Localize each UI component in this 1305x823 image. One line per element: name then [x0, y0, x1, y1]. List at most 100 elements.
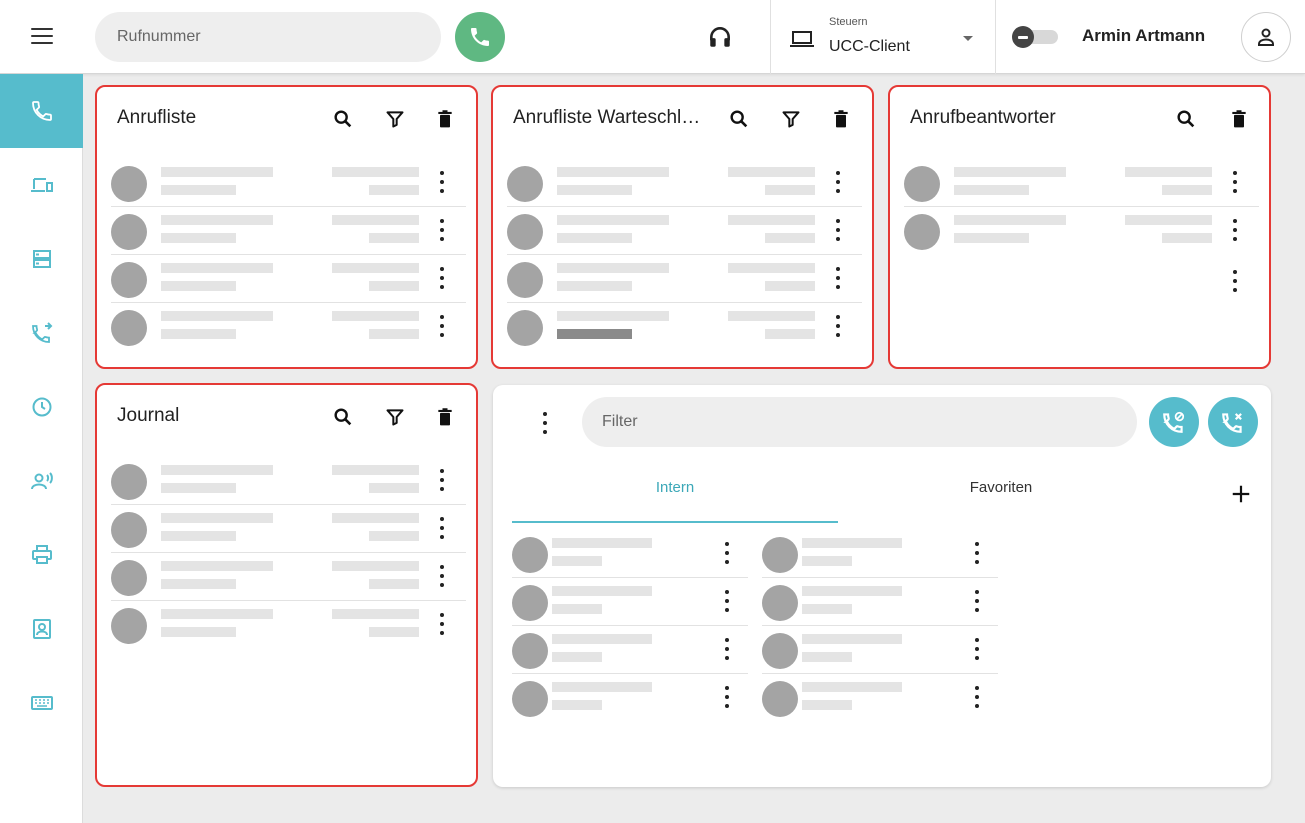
list-item[interactable]: [507, 303, 862, 351]
chevron-down-icon: [963, 36, 973, 41]
list-item[interactable]: [111, 255, 466, 303]
more-vert-icon[interactable]: [538, 409, 552, 437]
more-vert-icon[interactable]: [720, 539, 734, 567]
devices-icon: [30, 178, 53, 192]
presence-toggle[interactable]: [1012, 26, 1060, 48]
more-vert-icon[interactable]: [435, 312, 449, 340]
sidebar-item-voice[interactable]: [0, 444, 83, 518]
phone-number-input[interactable]: [95, 12, 441, 62]
tab-label: Intern: [655, 479, 695, 496]
contact-filter-input[interactable]: [582, 397, 1137, 447]
block-call-button[interactable]: [1149, 397, 1199, 447]
more-vert-icon[interactable]: [1228, 267, 1242, 295]
more-vert-icon[interactable]: [1228, 168, 1242, 196]
list-item[interactable]: [507, 207, 862, 255]
list-item[interactable]: [111, 601, 466, 649]
device-select[interactable]: Steuern UCC-Client: [788, 10, 988, 64]
tab-favoriten[interactable]: Favoriten: [838, 479, 1164, 523]
more-vert-icon[interactable]: [831, 216, 845, 244]
list-item[interactable]: [904, 207, 1259, 255]
more-vert-icon[interactable]: [435, 264, 449, 292]
more-vert-icon[interactable]: [435, 216, 449, 244]
list-item[interactable]: [111, 159, 466, 207]
sidebar-item-devices[interactable]: [0, 148, 83, 222]
contact-item[interactable]: [762, 530, 998, 578]
sidebar-item-call-forward[interactable]: [0, 296, 83, 370]
contact-item[interactable]: [762, 626, 998, 674]
trash-icon[interactable]: [1227, 107, 1251, 131]
more-vert-icon[interactable]: [435, 514, 449, 542]
contact-item[interactable]: [512, 578, 748, 626]
top-bar: Steuern UCC-Client Armin Artmann: [0, 0, 1305, 74]
card-contacts: Intern Favoriten: [493, 385, 1271, 787]
user-account-button[interactable]: [1241, 12, 1291, 62]
search-icon[interactable]: [331, 405, 355, 429]
more-vert-icon[interactable]: [1228, 216, 1242, 244]
search-icon[interactable]: [1174, 107, 1198, 131]
avatar: [512, 681, 548, 717]
list-item[interactable]: [507, 255, 862, 303]
card-title: Journal: [117, 405, 180, 426]
sidebar-item-history[interactable]: [0, 370, 83, 444]
add-icon[interactable]: [1230, 483, 1252, 505]
filter-icon[interactable]: [383, 405, 407, 429]
list-item[interactable]: [111, 303, 466, 351]
sidebar-item-server[interactable]: [0, 222, 83, 296]
more-vert-icon[interactable]: [720, 683, 734, 711]
more-vert-icon[interactable]: [720, 587, 734, 615]
list-item[interactable]: [904, 159, 1259, 207]
avatar: [512, 537, 548, 573]
trash-icon[interactable]: [433, 107, 457, 131]
avatar: [111, 608, 147, 644]
contact-item[interactable]: [512, 674, 748, 722]
sidebar-item-print[interactable]: [0, 518, 83, 592]
more-vert-icon[interactable]: [720, 635, 734, 663]
contact-item[interactable]: [762, 578, 998, 626]
tab-intern[interactable]: Intern: [512, 479, 838, 523]
avatar: [111, 310, 147, 346]
end-call-button[interactable]: [1208, 397, 1258, 447]
more-vert-icon[interactable]: [831, 264, 845, 292]
contact-item[interactable]: [762, 674, 998, 722]
contact-item[interactable]: [512, 530, 748, 578]
more-vert-icon[interactable]: [435, 466, 449, 494]
list-item[interactable]: [111, 553, 466, 601]
more-vert-icon[interactable]: [970, 683, 984, 711]
trash-icon[interactable]: [433, 405, 457, 429]
more-vert-icon[interactable]: [831, 312, 845, 340]
avatar: [111, 262, 147, 298]
device-label: Steuern: [829, 16, 868, 28]
more-vert-icon[interactable]: [435, 610, 449, 638]
avatar: [762, 681, 798, 717]
list-item[interactable]: [111, 207, 466, 255]
contact-item[interactable]: [512, 626, 748, 674]
avatar: [507, 262, 543, 298]
list-item[interactable]: [111, 505, 466, 553]
trash-icon[interactable]: [829, 107, 853, 131]
sidebar-item-contacts[interactable]: [0, 592, 83, 666]
sidebar-item-keyboard[interactable]: [0, 666, 83, 740]
list-item[interactable]: [111, 457, 466, 505]
more-vert-icon[interactable]: [435, 168, 449, 196]
filter-icon[interactable]: [779, 107, 803, 131]
list-item[interactable]: [507, 159, 862, 207]
menu-icon[interactable]: [31, 28, 53, 44]
card-title: Anrufliste Warteschlange: [513, 107, 701, 128]
avatar: [904, 166, 940, 202]
avatar: [512, 633, 548, 669]
phone-block-icon: [1163, 411, 1185, 433]
filter-icon[interactable]: [383, 107, 407, 131]
sidebar-item-phone[interactable]: [0, 74, 83, 148]
headset-icon[interactable]: [707, 24, 733, 50]
search-icon[interactable]: [331, 107, 355, 131]
call-button[interactable]: [455, 12, 505, 62]
laptop-icon: [790, 31, 814, 47]
more-vert-icon[interactable]: [435, 562, 449, 590]
more-vert-icon[interactable]: [970, 635, 984, 663]
more-vert-icon[interactable]: [970, 539, 984, 567]
more-vert-icon[interactable]: [831, 168, 845, 196]
search-icon[interactable]: [727, 107, 751, 131]
more-vert-icon[interactable]: [970, 587, 984, 615]
server-icon: [32, 250, 51, 268]
tab-label: Favoriten: [969, 479, 1033, 496]
